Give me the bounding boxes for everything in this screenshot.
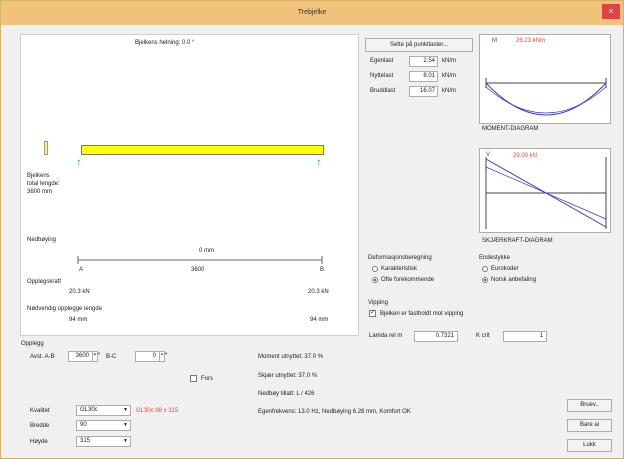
dead-load-value: 2.54: [409, 56, 438, 67]
span-bc-spin-icon[interactable]: ▲▼: [159, 351, 168, 361]
k-crit-label: K crit: [476, 333, 490, 339]
shear-lines: [485, 157, 607, 229]
lambda-label: Lamda rel m: [369, 333, 403, 339]
lambda-value: 0.7321: [414, 331, 458, 342]
end-option-norwegian[interactable]: [482, 277, 488, 283]
buckling-heading: Vipping: [368, 300, 388, 306]
deformation-heading: Deformasjonsberegning: [368, 255, 432, 261]
deflection-limit: Nedbøy tillatt: L / 426: [258, 391, 315, 397]
save-button[interactable]: Bare ai: [567, 419, 612, 432]
window-title: Trebjelke: [297, 9, 327, 16]
ultimate-load-label: Bruddlast: [370, 88, 396, 94]
chevron-down-icon: ▼: [123, 407, 128, 413]
live-load-unit: kN/m: [442, 73, 456, 79]
set-point-loads-button[interactable]: Sette på punktlaster...: [365, 38, 473, 52]
k-crit-value: 1: [503, 331, 547, 342]
support-force-a: 20.3 kN: [69, 289, 90, 295]
height-label: Høyde: [30, 439, 48, 445]
beam-bar: [81, 145, 324, 155]
deformation-option-label-2: Ofte forekommende: [381, 277, 435, 283]
app-window: Trebjelke × Bjelkens helning: 0.0 ° ↑ ↑ …: [0, 0, 624, 459]
width-select-value: 90: [80, 422, 87, 428]
chevron-down-icon: ▼: [123, 422, 128, 428]
height-select-value: 315: [80, 438, 91, 444]
moment-diagram: M 26.23 kNm: [479, 34, 611, 124]
width-label: Bredde: [30, 423, 50, 429]
end-conditions-heading: Endestykke: [479, 255, 511, 261]
end-option-label-1: Eurokoder: [491, 266, 519, 272]
support-a-arrow-icon: ↑: [76, 155, 82, 169]
moment-utilization: Moment utnyttet: 37.0 %: [258, 354, 324, 360]
deformation-option-frequent[interactable]: [372, 277, 378, 283]
quality-select[interactable]: GL30c ▼: [76, 405, 131, 416]
dimension-line: [77, 256, 323, 264]
ultimate-load-value: 16.07: [409, 86, 438, 97]
beam-view-panel: Bjelkens helning: 0.0 ° ↑ ↑ Bjelkens tot…: [20, 34, 359, 336]
natural-frequency: Egenfrekvens: 13.0 Hz, Nedbøying 6.28 mm…: [258, 409, 411, 415]
support-length-b: 94 mm: [310, 317, 329, 323]
width-select[interactable]: 90 ▼: [76, 420, 131, 431]
support-force-b: 20.3 kN: [308, 289, 329, 295]
height-select[interactable]: 315 ▼: [76, 436, 131, 447]
fixed-label: Fors: [201, 376, 213, 382]
span-ab-spin-icon[interactable]: ▲▼: [92, 351, 101, 361]
dead-load-unit: kN/m: [442, 58, 456, 64]
quality-select-value: GL30c: [80, 407, 98, 413]
buckling-restrained-checkbox[interactable]: ✓: [369, 310, 376, 317]
browse-button[interactable]: Bruev..: [567, 399, 612, 412]
buckling-checkbox-label: Bjelken er fastholdt mot vipping: [380, 311, 464, 317]
ultimate-load-unit: kN/m: [442, 88, 456, 94]
deformation-option-label-1: Karakteristisk: [381, 266, 418, 272]
end-option-eurocode[interactable]: [482, 266, 488, 272]
span-ab-label: Avst. A-B: [30, 354, 55, 360]
support-a-label: A: [79, 267, 84, 273]
support-b-label: B: [320, 267, 325, 273]
beam-inclination: Bjelkens helning: 0.0 °: [135, 40, 195, 46]
title-bar: Trebjelke ×: [1, 1, 623, 25]
span-value: 3600: [191, 267, 205, 273]
live-load-value: 8.01: [409, 71, 438, 82]
section-note: GL30c 98 x 315: [136, 408, 179, 414]
fixed-checkbox[interactable]: [190, 375, 197, 382]
deflection-label: Nedbøying: [27, 237, 57, 243]
moment-curve: [485, 78, 607, 116]
quality-label: Kvalitet: [30, 408, 50, 414]
dead-load-label: Egenlast: [370, 58, 394, 64]
support-force-label: Opplegskraft: [27, 279, 62, 285]
support-b-arrow-icon: ↑: [316, 155, 322, 169]
live-load-label: Nyttelast: [370, 73, 394, 79]
close-window-button[interactable]: ×: [602, 4, 620, 19]
moment-diagram-caption: MOMENT-DIAGRAM: [482, 126, 539, 132]
beam-length-label: Bjelkens total lengde: 3600 mm: [27, 173, 60, 195]
span-bc-label: B-C: [106, 354, 117, 360]
chevron-down-icon: ▼: [123, 438, 128, 444]
deformation-option-characteristic[interactable]: [372, 266, 378, 272]
support-length-label: Nødvendig opplegge lengde: [27, 306, 103, 312]
shear-utilization: Skjær utnyttet: 37.0 %: [258, 373, 318, 379]
shear-diagram-caption: SKJÆRKRAFT-DIAGRAM: [482, 238, 553, 244]
support-length-a: 94 mm: [69, 317, 88, 323]
beam-end-marker: [44, 141, 48, 155]
end-option-label-2: Norsk anbefaling: [491, 277, 537, 283]
close-button[interactable]: Lukk: [567, 439, 612, 452]
shear-diagram: V 29.00 kN: [479, 148, 611, 233]
supports-heading: Opplegg: [21, 341, 44, 347]
deflection-value: 0 mm: [199, 248, 214, 254]
